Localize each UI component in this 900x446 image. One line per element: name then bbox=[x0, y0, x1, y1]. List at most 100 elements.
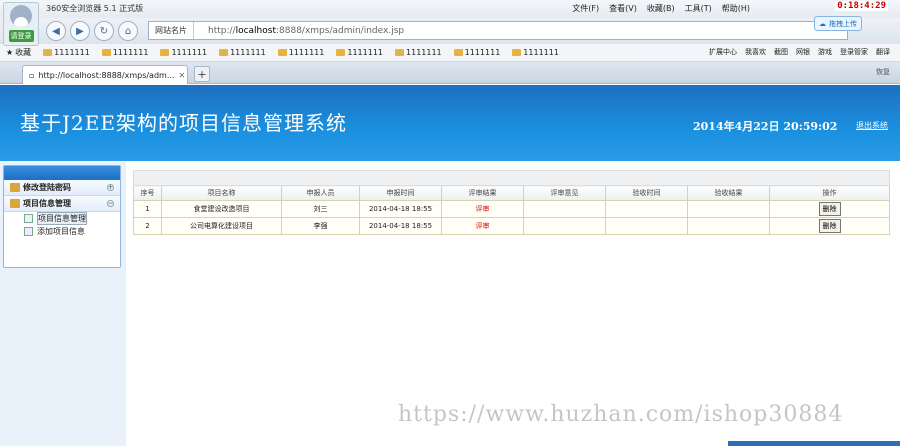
favorite-folder[interactable]: 1111111 bbox=[43, 48, 90, 57]
url-text[interactable]: http://localhost:8888/xmps/admin/index.j… bbox=[194, 26, 404, 36]
col-header: 操作 bbox=[769, 185, 890, 201]
folder-label: 1111111 bbox=[230, 48, 266, 57]
col-header: 验收结果 bbox=[687, 185, 770, 201]
tab-title: http://localhost:8888/xmps/adm... bbox=[38, 70, 175, 80]
browser-menu: 文件(F) 查看(V) 收藏(B) 工具(T) 帮助(H) bbox=[572, 3, 750, 14]
ext-like[interactable]: 我喜欢 bbox=[745, 47, 766, 57]
browser-title: 360安全浏览器 5.1 正式版 bbox=[46, 4, 144, 13]
cell-review-link[interactable]: 评审 bbox=[441, 217, 524, 235]
login-badge[interactable]: 请登录 bbox=[8, 30, 34, 42]
table-toolbar bbox=[133, 170, 890, 186]
folder-icon bbox=[101, 49, 111, 56]
cell-applicant: 李强 bbox=[281, 217, 360, 235]
sidebar-item-project-management[interactable]: 项目信息管理 − bbox=[4, 196, 120, 212]
folder-icon bbox=[160, 49, 170, 56]
back-button[interactable]: ◀ bbox=[46, 21, 66, 41]
delete-button[interactable]: 删除 bbox=[818, 219, 841, 233]
ext-center[interactable]: 扩展中心 bbox=[709, 47, 737, 57]
col-header: 项目名称 bbox=[161, 185, 282, 201]
review-link[interactable]: 评审 bbox=[476, 205, 490, 213]
watermark: https://www.huzhan.com/ishop30884 bbox=[398, 402, 844, 427]
cell-project-name: 食堂建设改造项目 bbox=[161, 200, 282, 218]
folder-icon bbox=[277, 49, 287, 56]
upload-button[interactable]: ☁ 拖拽上传 bbox=[814, 16, 862, 31]
collapse-icon[interactable]: − bbox=[107, 200, 114, 207]
address-bar[interactable]: 网站名片 http://localhost:8888/xmps/admin/in… bbox=[148, 21, 848, 40]
site-card[interactable]: 网站名片 bbox=[149, 22, 194, 39]
forward-button[interactable]: ▶ bbox=[70, 21, 90, 41]
ext-bank[interactable]: 网银 bbox=[796, 47, 810, 57]
browser-tab[interactable]: ▫ http://localhost:8888/xmps/adm... ✕ bbox=[22, 65, 188, 84]
new-tab-button[interactable]: + bbox=[194, 66, 210, 82]
favorite-folder[interactable]: 1111111 bbox=[277, 48, 325, 57]
cell-index: 2 bbox=[133, 217, 162, 235]
folder-label: 1111111 bbox=[288, 48, 325, 57]
users-icon bbox=[10, 183, 20, 192]
table-header-row: 序号 项目名称 申报人员 申报时间 评审结果 评审意见 验收时间 验收结果 操作 bbox=[133, 185, 890, 201]
main-content: 序号 项目名称 申报人员 申报时间 评审结果 评审意见 验收时间 验收结果 操作… bbox=[133, 170, 890, 235]
arrow-right-icon: ▶ bbox=[76, 25, 84, 37]
cell-accept-time bbox=[605, 217, 688, 235]
add-icon bbox=[24, 227, 33, 236]
browser-navbar: ◀ ▶ ↻ ⌂ 网站名片 http://localhost:8888/xmps/… bbox=[0, 18, 900, 44]
cell-index: 1 bbox=[133, 200, 162, 218]
menu-favorites[interactable]: 收藏(B) bbox=[647, 3, 675, 14]
system-title: 基于J2EE架构的项目信息管理系统 bbox=[20, 111, 347, 135]
avatar-icon bbox=[10, 5, 32, 27]
cell-accept-time bbox=[605, 200, 688, 218]
subitem-label: 添加项目信息 bbox=[37, 227, 85, 236]
delete-button[interactable]: 删除 bbox=[818, 202, 841, 216]
folder-icon bbox=[395, 49, 405, 56]
cell-review-opinion bbox=[523, 200, 606, 218]
url-host: localhost bbox=[235, 25, 276, 36]
arrow-left-icon: ◀ bbox=[52, 25, 60, 37]
cell-actions: 删除 bbox=[769, 217, 890, 235]
cell-apply-time: 2014-04-18 18:55 bbox=[359, 217, 442, 235]
sidebar-header bbox=[4, 166, 120, 180]
home-icon: ⌂ bbox=[124, 25, 132, 37]
sidebar-item-change-password[interactable]: 修改登陆密码 + bbox=[4, 180, 120, 196]
ext-translate[interactable]: 翻译 bbox=[876, 47, 890, 57]
favorites-label: 收藏 bbox=[15, 48, 32, 57]
home-button[interactable]: ⌂ bbox=[118, 21, 138, 41]
expand-icon[interactable]: + bbox=[107, 184, 114, 191]
table-row: 1 食堂建设改造项目 刘三 2014-04-18 18:55 评审 删除 bbox=[133, 200, 890, 218]
close-icon[interactable]: ✕ bbox=[178, 71, 185, 80]
favorite-folder[interactable]: 1111111 bbox=[512, 48, 559, 57]
cell-review-link[interactable]: 评审 bbox=[441, 200, 524, 218]
ext-games[interactable]: 游戏 bbox=[818, 47, 832, 57]
ext-login-manager[interactable]: 登录管家 bbox=[840, 47, 868, 57]
favorite-folder[interactable]: 1111111 bbox=[101, 48, 149, 57]
cell-project-name: 公司电算化建设项目 bbox=[161, 217, 282, 235]
menu-file[interactable]: 文件(F) bbox=[572, 3, 599, 14]
refresh-icon: ↻ bbox=[99, 25, 109, 37]
favorite-folder[interactable]: 1111111 bbox=[395, 48, 442, 57]
subitem-project-list[interactable]: 项目信息管理 bbox=[4, 212, 120, 225]
refresh-button[interactable]: ↻ bbox=[94, 21, 114, 41]
review-link[interactable]: 评审 bbox=[476, 222, 490, 230]
clock: 0:18:4:29 bbox=[835, 1, 888, 11]
menu-tools[interactable]: 工具(T) bbox=[685, 3, 712, 14]
table-toolbar-cell bbox=[133, 170, 890, 186]
plus-icon: + bbox=[197, 67, 207, 81]
favorite-folder[interactable]: 1111111 bbox=[219, 48, 266, 57]
users-icon bbox=[10, 199, 20, 208]
list-icon bbox=[24, 214, 33, 223]
favorite-folder[interactable]: 1111111 bbox=[453, 48, 500, 57]
project-table: 序号 项目名称 申报人员 申报时间 评审结果 评审意见 验收时间 验收结果 操作… bbox=[133, 170, 890, 235]
folder-icon bbox=[43, 49, 53, 56]
favorite-folder[interactable]: 1111111 bbox=[160, 48, 207, 57]
folder-icon bbox=[512, 49, 522, 56]
browser-logo[interactable]: 请登录 bbox=[3, 2, 39, 46]
col-header: 评审结果 bbox=[441, 185, 524, 201]
folder-label: 1111111 bbox=[112, 48, 149, 57]
subitem-add-project[interactable]: 添加项目信息 bbox=[4, 225, 120, 238]
menu-help[interactable]: 帮助(H) bbox=[722, 3, 750, 14]
page-icon: ▫ bbox=[29, 70, 35, 80]
favorite-folder[interactable]: 1111111 bbox=[336, 48, 383, 57]
logout-link[interactable]: 退出系统 bbox=[856, 120, 888, 131]
menu-view[interactable]: 查看(V) bbox=[609, 3, 637, 14]
ext-screenshot[interactable]: 截图 bbox=[774, 47, 788, 57]
favorites-button[interactable]: ★ 收藏 bbox=[6, 47, 31, 58]
restore-button[interactable]: 恢复 bbox=[876, 67, 890, 77]
